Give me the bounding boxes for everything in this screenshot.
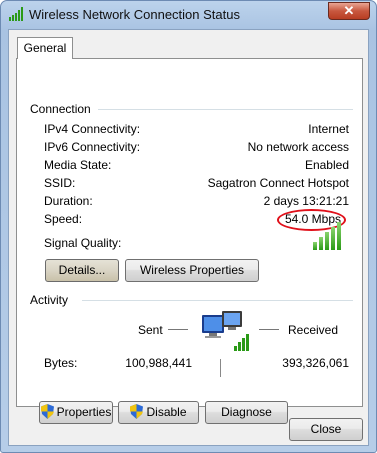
network-computers-icon: [202, 311, 249, 351]
signal-bar: [325, 232, 329, 250]
connection-divider: [98, 109, 353, 110]
signal-quality-label: Signal Quality:: [44, 236, 122, 250]
title-bar[interactable]: Wireless Network Connection Status ✕: [1, 1, 376, 29]
activity-separator: [220, 359, 221, 377]
signal-bar: [313, 242, 317, 250]
bytes-received-value: 393,326,061: [282, 356, 349, 370]
disable-button-label: Disable: [146, 405, 187, 419]
wifi-signal-icon: [9, 7, 23, 21]
received-label: Received: [288, 323, 339, 337]
ssid-value: Sagatron Connect Hotspot: [207, 176, 349, 190]
signal-bar: [319, 237, 323, 250]
ipv4-label: IPv4 Connectivity:: [44, 122, 141, 136]
bytes-label: Bytes:: [44, 356, 78, 370]
general-panel: Connection IPv4 Connectivity: Internet I…: [16, 58, 363, 424]
close-button[interactable]: Close: [289, 418, 363, 441]
title-close-button[interactable]: ✕: [328, 2, 370, 20]
properties-button-label: Properties: [56, 405, 112, 419]
signal-bar: [337, 222, 341, 250]
uac-shield-icon: [40, 404, 54, 419]
properties-button[interactable]: Properties: [39, 401, 113, 424]
status-window: Wireless Network Connection Status ✕ Gen…: [0, 0, 377, 453]
activity-divider: [82, 300, 353, 301]
ssid-label: SSID:: [44, 176, 76, 190]
sent-line: [168, 329, 188, 330]
signal-strength-icon: [313, 222, 343, 250]
duration-label: Duration:: [44, 194, 93, 208]
speed-label: Speed:: [44, 212, 83, 226]
uac-shield-icon: [130, 404, 144, 419]
dialog-client: General Connection IPv4 Connectivity: In…: [8, 29, 369, 446]
media-state-label: Media State:: [44, 158, 112, 172]
diagnose-button[interactable]: Diagnose: [205, 401, 288, 424]
received-line: [259, 329, 279, 330]
sent-label: Sent: [138, 323, 163, 337]
media-state-value: Enabled: [304, 158, 349, 172]
ipv6-label: IPv6 Connectivity:: [44, 140, 141, 154]
activity-header: Activity: [30, 293, 69, 307]
duration-value: 2 days 13:21:21: [263, 194, 349, 208]
wireless-properties-button[interactable]: Wireless Properties: [125, 259, 259, 282]
bytes-sent-value: 100,988,441: [125, 356, 192, 370]
connection-header: Connection: [30, 102, 91, 116]
tab-general[interactable]: General: [17, 37, 73, 59]
window-title: Wireless Network Connection Status: [29, 7, 240, 22]
ipv6-value: No network access: [247, 140, 349, 154]
signal-bar: [331, 227, 335, 250]
disable-button[interactable]: Disable: [118, 401, 199, 424]
ipv4-value: Internet: [308, 122, 349, 136]
details-button[interactable]: Details...: [45, 259, 119, 282]
